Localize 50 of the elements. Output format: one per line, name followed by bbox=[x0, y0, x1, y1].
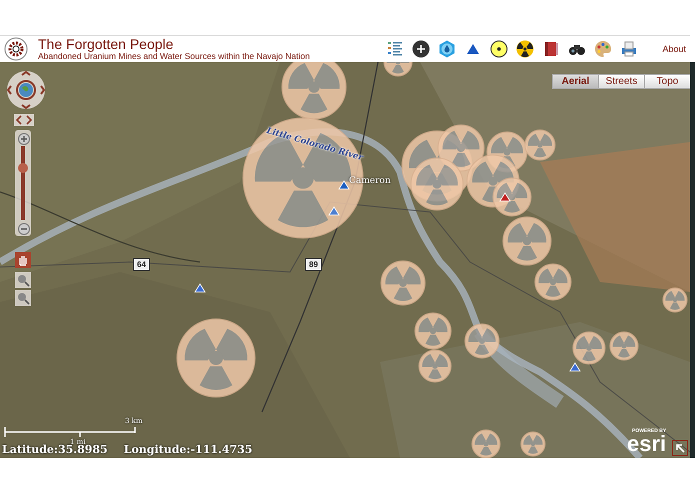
highway-shield: 89 bbox=[305, 258, 322, 271]
radiation-symbol-icon[interactable] bbox=[282, 62, 346, 120]
radiation-symbol-icon[interactable] bbox=[502, 216, 552, 266]
radiation-symbol-icon[interactable] bbox=[572, 332, 606, 364]
zoom-out-magnifier-icon[interactable] bbox=[15, 290, 31, 306]
zoom-slider[interactable] bbox=[15, 130, 31, 236]
app-title: The Forgotten People bbox=[38, 37, 174, 52]
radiation-symbol-icon[interactable] bbox=[662, 288, 688, 312]
radiation-symbol-icon[interactable] bbox=[464, 324, 500, 358]
about-link[interactable]: About bbox=[662, 44, 686, 54]
radiation-symbol-icon[interactable] bbox=[418, 350, 452, 382]
radiation-symbol-icon[interactable] bbox=[472, 430, 500, 458]
basemap-button[interactable]: Topo bbox=[644, 74, 690, 89]
zoom-in-magnifier-icon[interactable] bbox=[15, 272, 31, 288]
radiation-symbol-icon[interactable] bbox=[414, 312, 452, 350]
hand-pan-icon[interactable] bbox=[15, 252, 31, 268]
triangle-marker-icon[interactable] bbox=[338, 180, 350, 190]
basemap-button[interactable]: Aerial bbox=[552, 74, 599, 89]
radiation-symbol-icon[interactable] bbox=[410, 158, 464, 210]
scale-bar-icon bbox=[4, 425, 136, 439]
previous-next-extent-icon[interactable] bbox=[14, 114, 34, 126]
slider-thumb[interactable] bbox=[18, 163, 28, 174]
esri-logo: esri bbox=[627, 434, 666, 454]
zoom-in-icon[interactable] bbox=[18, 133, 30, 145]
latitude-readout: Latitude:35.8985 bbox=[2, 443, 108, 456]
water-drop-icon[interactable] bbox=[438, 40, 456, 58]
printer-icon[interactable] bbox=[620, 40, 638, 58]
radiation-symbol-icon[interactable] bbox=[534, 264, 572, 300]
radiation-symbol-icon[interactable] bbox=[176, 318, 256, 398]
radiation-symbol-icon[interactable] bbox=[380, 260, 426, 306]
radiation-symbol-icon[interactable] bbox=[520, 432, 546, 456]
book-icon[interactable] bbox=[542, 40, 560, 58]
app-subtitle: Abandoned Uranium Mines and Water Sources within the Navajo Nation bbox=[38, 52, 310, 61]
triangle-marker-icon[interactable] bbox=[499, 192, 511, 202]
triangle-marker-icon[interactable] bbox=[194, 283, 206, 292]
radiation-symbol-icon[interactable] bbox=[492, 178, 532, 216]
triangle-marker-icon[interactable] bbox=[328, 206, 340, 216]
palette-icon[interactable] bbox=[594, 40, 612, 58]
dot-circle-icon[interactable] bbox=[490, 40, 508, 58]
longitude-readout: Longitude:-111.4735 bbox=[124, 443, 252, 456]
pan-control-icon[interactable] bbox=[6, 70, 46, 110]
highway-shield: 64 bbox=[133, 258, 150, 271]
legend-list-icon[interactable] bbox=[386, 40, 404, 58]
zoom-out-icon[interactable] bbox=[18, 223, 30, 235]
radiation-symbol-icon[interactable] bbox=[524, 130, 556, 160]
basemap-button[interactable]: Streets bbox=[598, 74, 645, 89]
triangle-marker-icon[interactable] bbox=[569, 362, 581, 372]
radiation-symbol-icon[interactable] bbox=[610, 332, 638, 360]
radiation-icon[interactable] bbox=[516, 40, 534, 58]
plus-circle-icon[interactable] bbox=[412, 40, 430, 58]
